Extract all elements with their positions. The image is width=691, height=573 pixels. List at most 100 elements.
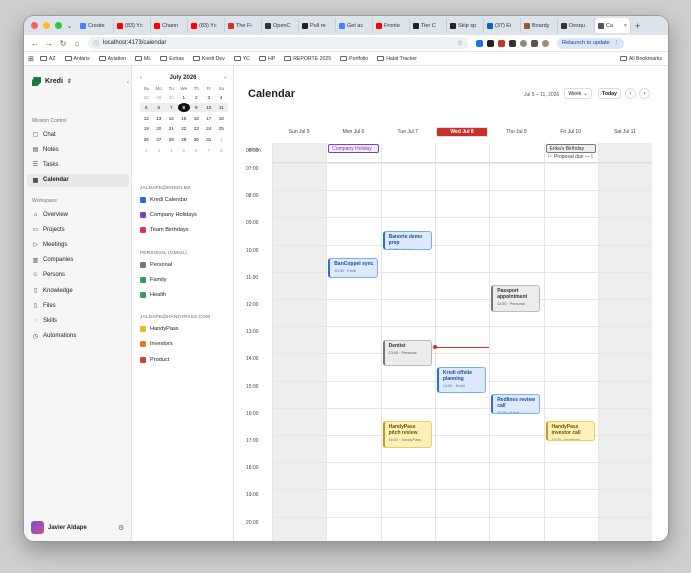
browser-tab[interactable]: (83) Yc <box>114 18 151 33</box>
mini-day[interactable]: 2 <box>140 146 153 155</box>
calendar-event[interactable]: Banorte demo prep 09:30 · Kredi <box>382 231 432 251</box>
mini-day[interactable]: 24 <box>203 124 216 133</box>
mini-day[interactable]: 5 <box>140 103 153 113</box>
day-header[interactable]: Sat Jul 11 <box>599 127 651 137</box>
mini-day[interactable]: 17 <box>203 114 216 123</box>
mini-day[interactable]: 31 <box>203 135 216 144</box>
mini-day[interactable]: 20 <box>153 124 166 133</box>
day-header[interactable]: Mon Jul 6 <box>327 127 379 137</box>
mini-day[interactable]: 30 <box>165 93 178 102</box>
extension-icon[interactable] <box>498 39 505 47</box>
browser-tab[interactable]: Fronte <box>373 18 410 33</box>
browser-tab[interactable]: Desqu <box>558 18 595 33</box>
gear-icon[interactable]: ⚙ <box>118 524 124 532</box>
sidebar-item-calendar[interactable]: ▦ Calendar <box>27 173 129 187</box>
calendar-event[interactable]: Kredi offsite planning 14:00 · Kredi <box>436 367 487 394</box>
allday-event[interactable]: Company Holiday <box>328 144 379 153</box>
browser-tab[interactable]: Ca × <box>595 18 631 33</box>
forward-icon[interactable]: → <box>42 39 56 48</box>
mini-day[interactable]: 12 <box>140 114 153 123</box>
zoom-window-button[interactable] <box>55 22 62 29</box>
prev-week-button[interactable]: ‹ <box>625 88 636 99</box>
day-column[interactable] <box>272 143 327 541</box>
mini-day[interactable]: 7 <box>203 146 216 155</box>
browser-tab[interactable]: The Fi <box>225 18 262 33</box>
calendar-event[interactable]: HandyPass pitch review 16:00 · HandyPass <box>382 421 432 448</box>
mini-day[interactable]: 21 <box>165 124 178 133</box>
bookmark-item[interactable]: ML <box>135 56 151 62</box>
mini-day[interactable]: 22 <box>178 124 191 133</box>
mini-day[interactable]: 10 <box>202 103 215 113</box>
minimize-window-button[interactable] <box>43 22 50 29</box>
bookmark-item[interactable]: Kredi Dev <box>192 56 225 62</box>
browser-tab[interactable]: Skip sp <box>447 18 484 33</box>
mini-day[interactable]: 16 <box>190 114 203 123</box>
mini-day[interactable]: 8 <box>215 146 228 155</box>
day-column[interactable] <box>434 143 490 541</box>
mini-day[interactable]: 1 <box>178 93 191 102</box>
next-week-button[interactable]: › <box>639 88 650 99</box>
browser-tab[interactable]: (37) Ei <box>484 18 521 33</box>
calendar-toggle[interactable]: Company Holidays <box>140 212 197 219</box>
reload-icon[interactable]: ↻ <box>56 39 70 48</box>
bookmark-item[interactable]: Extras <box>160 56 184 62</box>
sidebar-item-persons[interactable]: ☺ Persons <box>27 269 129 282</box>
new-tab-button[interactable]: + <box>631 21 640 31</box>
mini-day[interactable]: 7 <box>165 103 178 113</box>
day-column[interactable] <box>326 143 381 541</box>
mini-day[interactable]: 9 <box>190 103 203 113</box>
sidebar-item-projects[interactable]: ▭ Projects <box>27 223 129 236</box>
allday-proposal[interactable]: ⚐ Proposal due — I <box>548 154 593 160</box>
mini-day[interactable]: 2 <box>190 93 203 102</box>
mini-day[interactable]: 19 <box>140 124 153 133</box>
tab-search-icon[interactable]: ⌄ <box>64 20 75 31</box>
bookmark-item[interactable]: Aviation <box>98 56 126 62</box>
browser-tab[interactable]: (83) Yc <box>188 18 225 33</box>
mini-day[interactable]: 8 <box>177 103 190 113</box>
browser-tab[interactable]: OpenC <box>262 18 299 33</box>
mini-day[interactable]: 1 <box>215 135 228 144</box>
sidebar-item-automations[interactable]: ◷ Automations <box>27 330 129 343</box>
browser-tab[interactable]: Tier C <box>410 18 447 33</box>
sidebar-item-tasks[interactable]: ☰ Tasks <box>27 158 129 171</box>
mini-day[interactable]: 5 <box>178 146 191 155</box>
bookmark-item[interactable]: Portfolio <box>340 56 368 62</box>
day-header[interactable]: Fri Jul 10 <box>545 127 597 137</box>
calendar-toggle[interactable]: Family <box>140 276 166 283</box>
extension-icon[interactable] <box>509 39 516 47</box>
sidebar-item-meetings[interactable]: ▷ Meetings <box>27 238 129 251</box>
apps-grid-icon[interactable]: ⊞ <box>28 55 34 63</box>
today-button[interactable]: Today <box>598 88 621 99</box>
mini-day[interactable]: 4 <box>165 146 178 155</box>
prev-month-icon[interactable]: ‹ <box>140 75 142 81</box>
calendar-toggle[interactable]: Health <box>140 292 166 298</box>
view-select[interactable]: Week ⌄ <box>564 88 592 99</box>
mini-day[interactable]: 23 <box>190 124 203 133</box>
mini-day[interactable]: 29 <box>153 93 166 102</box>
mini-day[interactable]: 3 <box>203 93 216 102</box>
mini-day[interactable]: 4 <box>215 93 228 102</box>
day-header[interactable]: Sun Jul 5 <box>273 127 325 137</box>
mini-day[interactable]: 18 <box>215 114 228 123</box>
browser-tab[interactable]: Get ac <box>336 18 373 33</box>
all-bookmarks-button[interactable]: All Bookmarks <box>619 56 662 62</box>
sidebar-item-notes[interactable]: ▤ Notes <box>27 143 129 156</box>
calendar-toggle[interactable]: Team Birthdays <box>140 227 189 234</box>
bookmark-item[interactable]: YC <box>233 56 250 62</box>
sidebar-item-overview[interactable]: ⌂ Overview <box>27 208 129 221</box>
sidebar-item-files[interactable]: ▯ Files <box>27 299 129 312</box>
collapse-sidebar-icon[interactable]: ‹ <box>127 80 129 86</box>
next-month-icon[interactable]: › <box>224 75 226 81</box>
bookmark-item[interactable]: REPORTE 2025 <box>284 56 331 62</box>
day-column[interactable] <box>597 143 653 541</box>
mini-day[interactable]: 27 <box>153 135 166 144</box>
mini-day[interactable]: 29 <box>178 135 191 144</box>
allday-event[interactable]: Erika's Birthday <box>545 144 596 153</box>
browser-tab[interactable]: Chann <box>151 18 188 33</box>
bookmark-item[interactable]: Habit Tracker <box>377 56 417 62</box>
mini-day[interactable]: 15 <box>178 114 191 123</box>
calendar-toggle[interactable]: Personal <box>140 261 172 268</box>
extension-icon[interactable] <box>531 39 538 47</box>
browser-tab[interactable]: Pull re <box>299 18 336 33</box>
mini-day[interactable]: 28 <box>140 93 153 102</box>
